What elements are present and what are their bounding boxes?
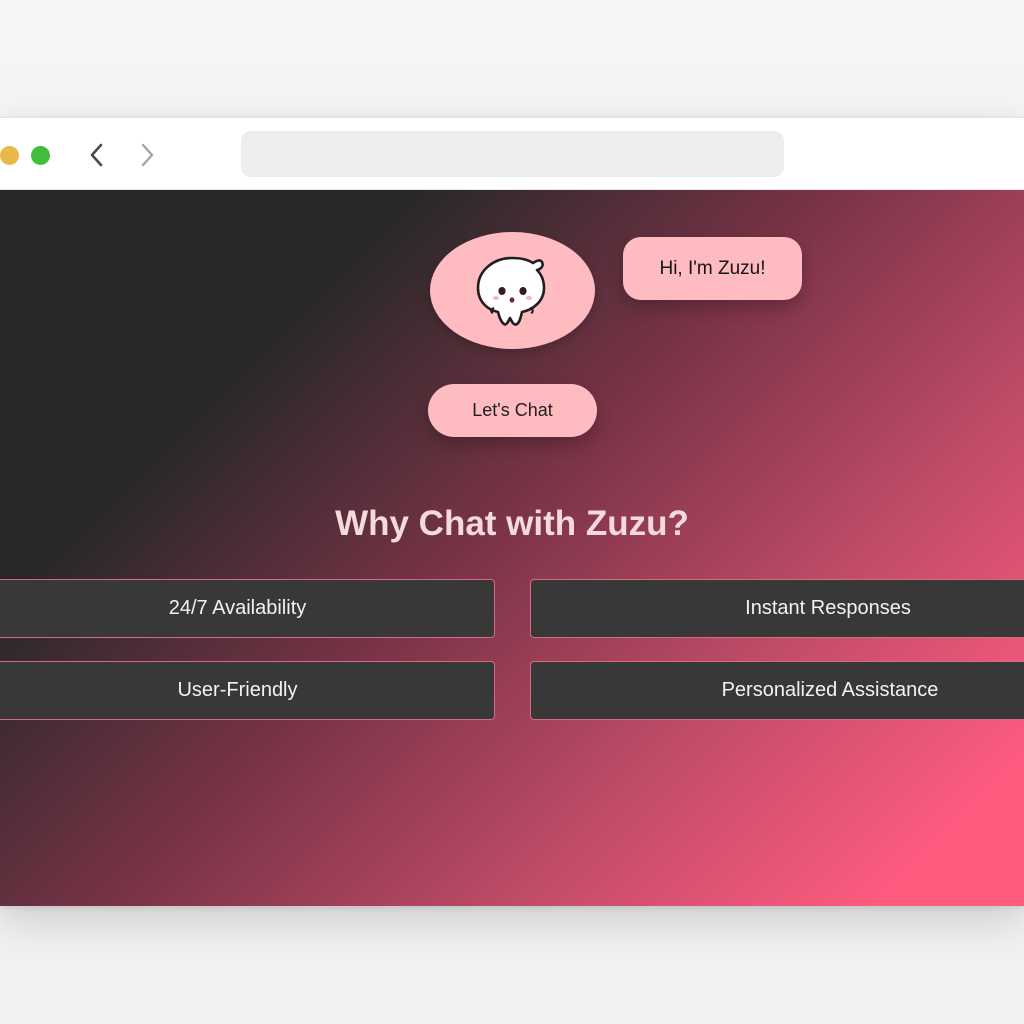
back-button[interactable] (83, 140, 111, 170)
chevron-right-icon (141, 143, 154, 167)
feature-label: Personalized Assistance (721, 679, 939, 701)
feature-card[interactable]: Instant Responses (530, 579, 1024, 638)
feature-label: Instant Responses (745, 597, 911, 619)
browser-window: Hi, I'm Zuzu! Let's Chat Why Chat with Z… (0, 117, 1024, 906)
feature-card[interactable]: 24/7 Availability (0, 579, 495, 638)
forward-button[interactable] (133, 140, 161, 170)
feature-label: User-Friendly (177, 679, 298, 701)
maximize-button[interactable] (31, 146, 50, 165)
lets-chat-button[interactable]: Let's Chat (428, 384, 597, 437)
ghost-icon (476, 256, 546, 326)
page-content: Hi, I'm Zuzu! Let's Chat Why Chat with Z… (0, 190, 1024, 906)
chevron-left-icon (90, 143, 103, 167)
minimize-button[interactable] (0, 146, 19, 165)
mascot-avatar (430, 232, 595, 349)
feature-label: 24/7 Availability (168, 597, 307, 619)
speech-bubble: Hi, I'm Zuzu! (623, 237, 802, 300)
feature-card[interactable]: User-Friendly (0, 661, 495, 720)
browser-toolbar (0, 117, 1024, 190)
address-bar[interactable] (241, 131, 784, 177)
features-heading: Why Chat with Zuzu? (335, 504, 689, 543)
feature-card[interactable]: Personalized Assistance (530, 661, 1024, 720)
